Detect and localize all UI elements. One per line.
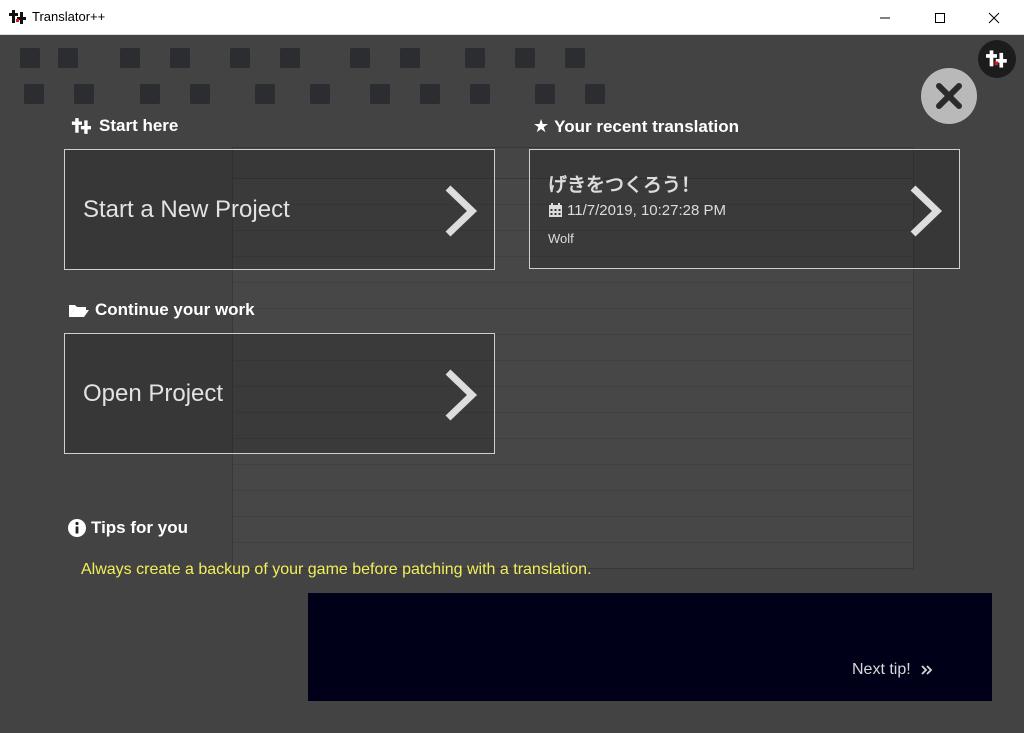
- continue-heading: Continue your work: [68, 300, 255, 320]
- recent-heading: ★ Your recent translation: [533, 116, 739, 136]
- chevron-right-icon: [445, 369, 478, 421]
- chevron-right-icon: [445, 185, 478, 237]
- star-icon: ★: [533, 116, 550, 136]
- open-project-label: Open Project: [83, 380, 224, 407]
- double-chevron-right-icon: [921, 665, 932, 675]
- new-project-card[interactable]: Start a New Project: [64, 149, 495, 270]
- close-icon: [936, 83, 962, 109]
- recent-project-engine: Wolf: [548, 231, 574, 246]
- start-here-heading: Start here: [70, 116, 178, 136]
- next-tip-button[interactable]: Next tip!: [852, 661, 933, 679]
- info-icon: [68, 519, 86, 537]
- chevron-right-icon: [910, 185, 943, 237]
- new-project-label: Start a New Project: [83, 196, 290, 223]
- folder-open-icon: [69, 305, 89, 317]
- close-welcome-button[interactable]: [921, 68, 977, 124]
- recent-project-date: 11/7/2019, 10:27:28 PM: [548, 202, 726, 219]
- next-tip-label: Next tip!: [852, 661, 911, 678]
- tips-heading: Tips for you: [68, 518, 188, 538]
- recent-project-card[interactable]: げきをつくろう！ 11/7/2019, 10:27:28 PM Wolf: [529, 149, 960, 269]
- open-project-card[interactable]: Open Project: [64, 333, 495, 454]
- recent-project-title: げきをつくろう！: [548, 174, 701, 196]
- translator-logo-icon: [978, 40, 1016, 78]
- tip-text: Always create a backup of your game befo…: [81, 561, 592, 578]
- translator-logo-icon: [71, 118, 91, 134]
- calendar-icon: [549, 203, 562, 217]
